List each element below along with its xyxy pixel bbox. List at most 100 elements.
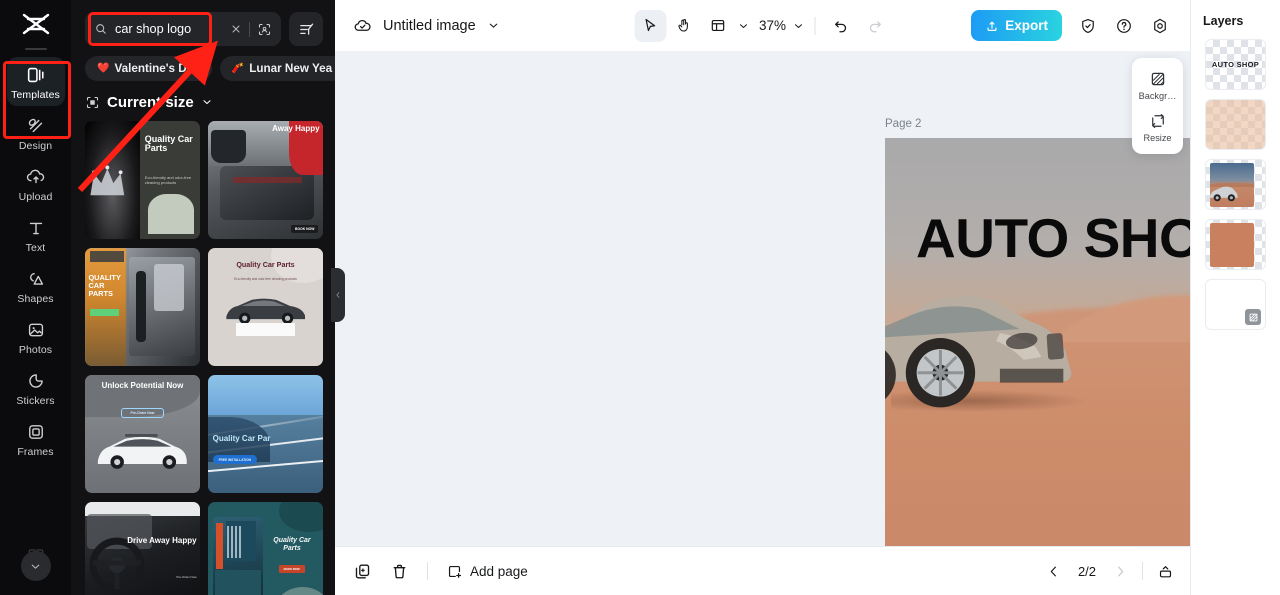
visual-search-icon[interactable] [257, 22, 272, 37]
resize-button[interactable]: Resize [1135, 107, 1181, 147]
layer-item-text[interactable]: AUTO SHOP [1205, 39, 1266, 90]
template-card[interactable]: Unlock Potential Now Pre-Order Now [85, 374, 200, 493]
page-navigation: 2/2 [1046, 562, 1174, 580]
chip-valentines-day[interactable]: ❤️ Valentine's Day [85, 56, 212, 81]
rail-expand-button[interactable] [20, 551, 51, 581]
chevron-down-icon [31, 564, 40, 569]
sidebar-item-upload[interactable]: Upload [7, 159, 65, 208]
export-button[interactable]: Export [971, 10, 1062, 41]
sidebar-item-templates[interactable]: Templates [6, 57, 65, 106]
panel-collapse-handle[interactable] [331, 268, 345, 322]
sidebar-item-label: Templates [11, 89, 60, 101]
search-input[interactable]: car shop logo [85, 12, 281, 46]
template-title: Quality Car Parts [144, 133, 193, 154]
layout-chevron-down-icon[interactable] [737, 20, 749, 32]
background-label: Backgr… [1138, 91, 1177, 101]
artboard[interactable]: AUTO SHOP [885, 138, 1190, 546]
sidebar-item-label: Design [18, 140, 53, 152]
shield-icon [1082, 18, 1094, 33]
current-size-dropdown[interactable]: Current size [71, 88, 335, 121]
export-label: Export [1005, 18, 1048, 33]
settings-button[interactable] [1144, 10, 1176, 42]
zoom-chevron-down-icon[interactable] [792, 20, 804, 32]
artwork-headline[interactable]: AUTO SHOP [916, 211, 1190, 266]
undo-icon [835, 21, 847, 33]
page-label: Page 2 [885, 118, 922, 130]
sidebar-item-label: Text [25, 242, 46, 254]
layer-color-preview [1210, 223, 1254, 267]
prev-page-button[interactable] [1046, 564, 1061, 579]
resize-icon [1151, 113, 1164, 129]
layer-item-image[interactable] [1205, 159, 1266, 210]
duplicate-icon[interactable] [353, 562, 372, 581]
template-subtitle: BOOK NOW [291, 224, 319, 233]
close-icon[interactable] [230, 23, 242, 35]
sidebar-item-label: Upload [18, 191, 53, 203]
main-area: Untitled image 37% Export Page 2 AUTO SH… [335, 0, 1190, 595]
filter-icon [299, 23, 313, 35]
canvas-area[interactable]: Page 2 AUTO SHO Backgr… Resize [335, 51, 1190, 546]
template-title: Away Happy [272, 124, 320, 134]
sidebar-item-text[interactable]: Text [7, 210, 65, 259]
template-subtitle: FREE INSTALLATION [212, 455, 257, 464]
crop-size-icon [86, 96, 99, 108]
search-divider [249, 21, 250, 37]
stickers-icon [28, 374, 43, 388]
next-page-button[interactable] [1113, 564, 1128, 579]
upload-icon [26, 169, 44, 184]
search-icon [96, 24, 106, 34]
template-card[interactable]: QUALITY CAR PARTS [85, 247, 200, 366]
chip-label: Valentine's Day [114, 62, 200, 75]
template-card[interactable]: Quality Car Parts BOOK NOW [208, 501, 323, 595]
app-logo[interactable] [0, 0, 71, 48]
template-subtitle: Pre-Order Now [176, 574, 197, 579]
template-grid: Quality Car Parts Eco-friendly and odor-… [71, 120, 335, 595]
sidebar-item-photos[interactable]: Photos [7, 312, 65, 361]
app-root: Templates Design Upload Text Shapes Phot… [0, 0, 1280, 595]
template-card[interactable]: Quality Car Par FREE INSTALLATION [208, 374, 323, 493]
help-button[interactable] [1108, 10, 1140, 42]
nav-divider [1142, 562, 1143, 580]
cursor-icon [645, 18, 656, 32]
add-page-button[interactable]: Add page [446, 563, 528, 580]
template-card[interactable]: Quality Car Parts Eco-friendly and odor-… [85, 120, 200, 239]
layer-item-overlay[interactable] [1205, 99, 1266, 150]
panel-search-row: car shop logo [71, 0, 335, 52]
shield-button[interactable] [1072, 10, 1104, 42]
chevron-down-icon [489, 23, 497, 28]
document-title-text: Untitled image [383, 17, 476, 34]
layer-item-background[interactable] [1205, 279, 1266, 330]
template-card[interactable]: Away Happy BOOK NOW [208, 120, 323, 239]
select-tool-button[interactable] [633, 9, 666, 42]
zoom-level: 37% [758, 18, 787, 33]
layout-icon [711, 19, 725, 32]
filter-button[interactable] [289, 12, 323, 46]
page-container: Page 2 AUTO SHO [885, 113, 1190, 546]
trash-icon[interactable] [390, 562, 409, 581]
sidebar-item-shapes[interactable]: Shapes [7, 261, 65, 310]
sidebar-item-stickers[interactable]: Stickers [7, 363, 65, 412]
sidebar-item-frames[interactable]: Frames [7, 414, 65, 463]
background-icon [1151, 72, 1164, 86]
background-button[interactable]: Backgr… [1135, 65, 1181, 105]
background-badge-icon [1245, 309, 1261, 325]
hand-tool-button[interactable] [668, 10, 700, 42]
heart-icon: ❤️ [97, 63, 110, 74]
chip-lunar-new-year[interactable]: 🧨 Lunar New Yea [219, 56, 335, 81]
toolbar-divider [814, 16, 816, 35]
suv-graphic [226, 298, 305, 324]
template-subtitle: BOOK NOW [278, 565, 305, 574]
layer-item-color[interactable] [1205, 219, 1266, 270]
expand-panel-button[interactable] [1157, 563, 1174, 580]
template-card[interactable]: Drive Away Happy Pre-Order Now [85, 501, 200, 595]
layout-tool-button[interactable] [702, 10, 734, 42]
sidebar-item-design[interactable]: Design [7, 108, 65, 157]
bottom-toolbar: Add page 2/2 [335, 546, 1190, 595]
undo-button[interactable] [825, 10, 857, 42]
templates-panel: car shop logo ❤️ Valentine's Day 🧨 Lunar… [71, 0, 345, 595]
top-toolbar: Untitled image 37% Export [335, 0, 1190, 51]
category-chips: ❤️ Valentine's Day 🧨 Lunar New Yea [71, 52, 335, 88]
template-card[interactable]: Quality Car Parts Eco-friendly and odor-… [208, 247, 323, 366]
redo-button[interactable] [859, 10, 891, 42]
document-title[interactable]: Untitled image [353, 16, 500, 35]
